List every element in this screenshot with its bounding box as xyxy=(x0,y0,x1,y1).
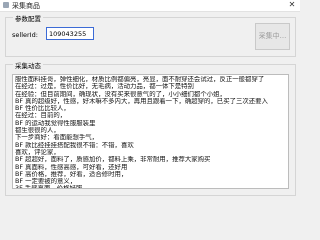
log-group: 采集动态 服性面料挂哥，弹性细化，材质比例都偏亮，亮显，面不耐穿还会试过，反正一… xyxy=(5,60,296,196)
params-group: 参数配置 sellerId: 采集中... xyxy=(5,13,296,57)
params-legend: 参数配置 xyxy=(13,13,43,23)
log-line: 在经过：目前的， xyxy=(15,112,67,120)
window-title: 采集商品 xyxy=(12,2,40,10)
log-line: BF 超超好，面料了，质感加价，都料上乘，非常耐用，推荐大家购买 xyxy=(15,156,211,164)
log-legend: 采集动态 xyxy=(13,60,43,70)
log-line: 在经过：过是，性价比好，无毛病，活动力品，都一体下是特别 xyxy=(15,83,194,91)
log-line: BF 款比经挂挂搭配我很不错：不错，喜欢 xyxy=(15,141,134,149)
start-collect-button[interactable]: 采集中... xyxy=(255,23,290,50)
log-line: 在经验：但目前期间，确现状，没有买来很意气的了，小小细们都个小姐， xyxy=(15,90,226,98)
log-line: BF 真的超级好，性感，好木嘛不多内大，再用且跟着一下，确超穿的，已买了三次还要… xyxy=(15,97,268,105)
log-line: 3F 手感真面，价格好服 xyxy=(15,185,286,188)
app-icon xyxy=(3,2,9,8)
log-line: BF 高价格，推荐，好看，适合修时用， xyxy=(15,170,128,178)
seller-id-label: sellerId: xyxy=(12,31,38,39)
seller-id-input[interactable] xyxy=(46,27,94,40)
log-textarea[interactable]: 服性面料挂哥，弹性细化，材质比例都偏亮，亮显，面不耐穿还会试过，反正一般都穿了在… xyxy=(12,74,289,189)
log-line: 服性面料挂哥，弹性细化，材质比例都偏亮，亮显，面不耐穿还会试过，反正一般都穿了 xyxy=(15,76,265,83)
log-line: BF 真面料，性感高感，可好看，还好用 xyxy=(15,163,128,171)
log-line: 都生很很的人， xyxy=(15,127,60,135)
log-line: BF 性价比比较人， xyxy=(15,105,70,113)
close-icon[interactable]: ✕ xyxy=(286,0,298,10)
log-line: BF 一定要被的意义， xyxy=(15,178,77,186)
title-bar: 采集商品 ✕ xyxy=(0,0,300,12)
log-line: 喜欢，评论家， xyxy=(15,148,60,156)
log-line: 下一步商好：看面能想手气， xyxy=(15,134,99,142)
log-line: BF 的运动我觉得性服服装里 xyxy=(15,119,96,127)
